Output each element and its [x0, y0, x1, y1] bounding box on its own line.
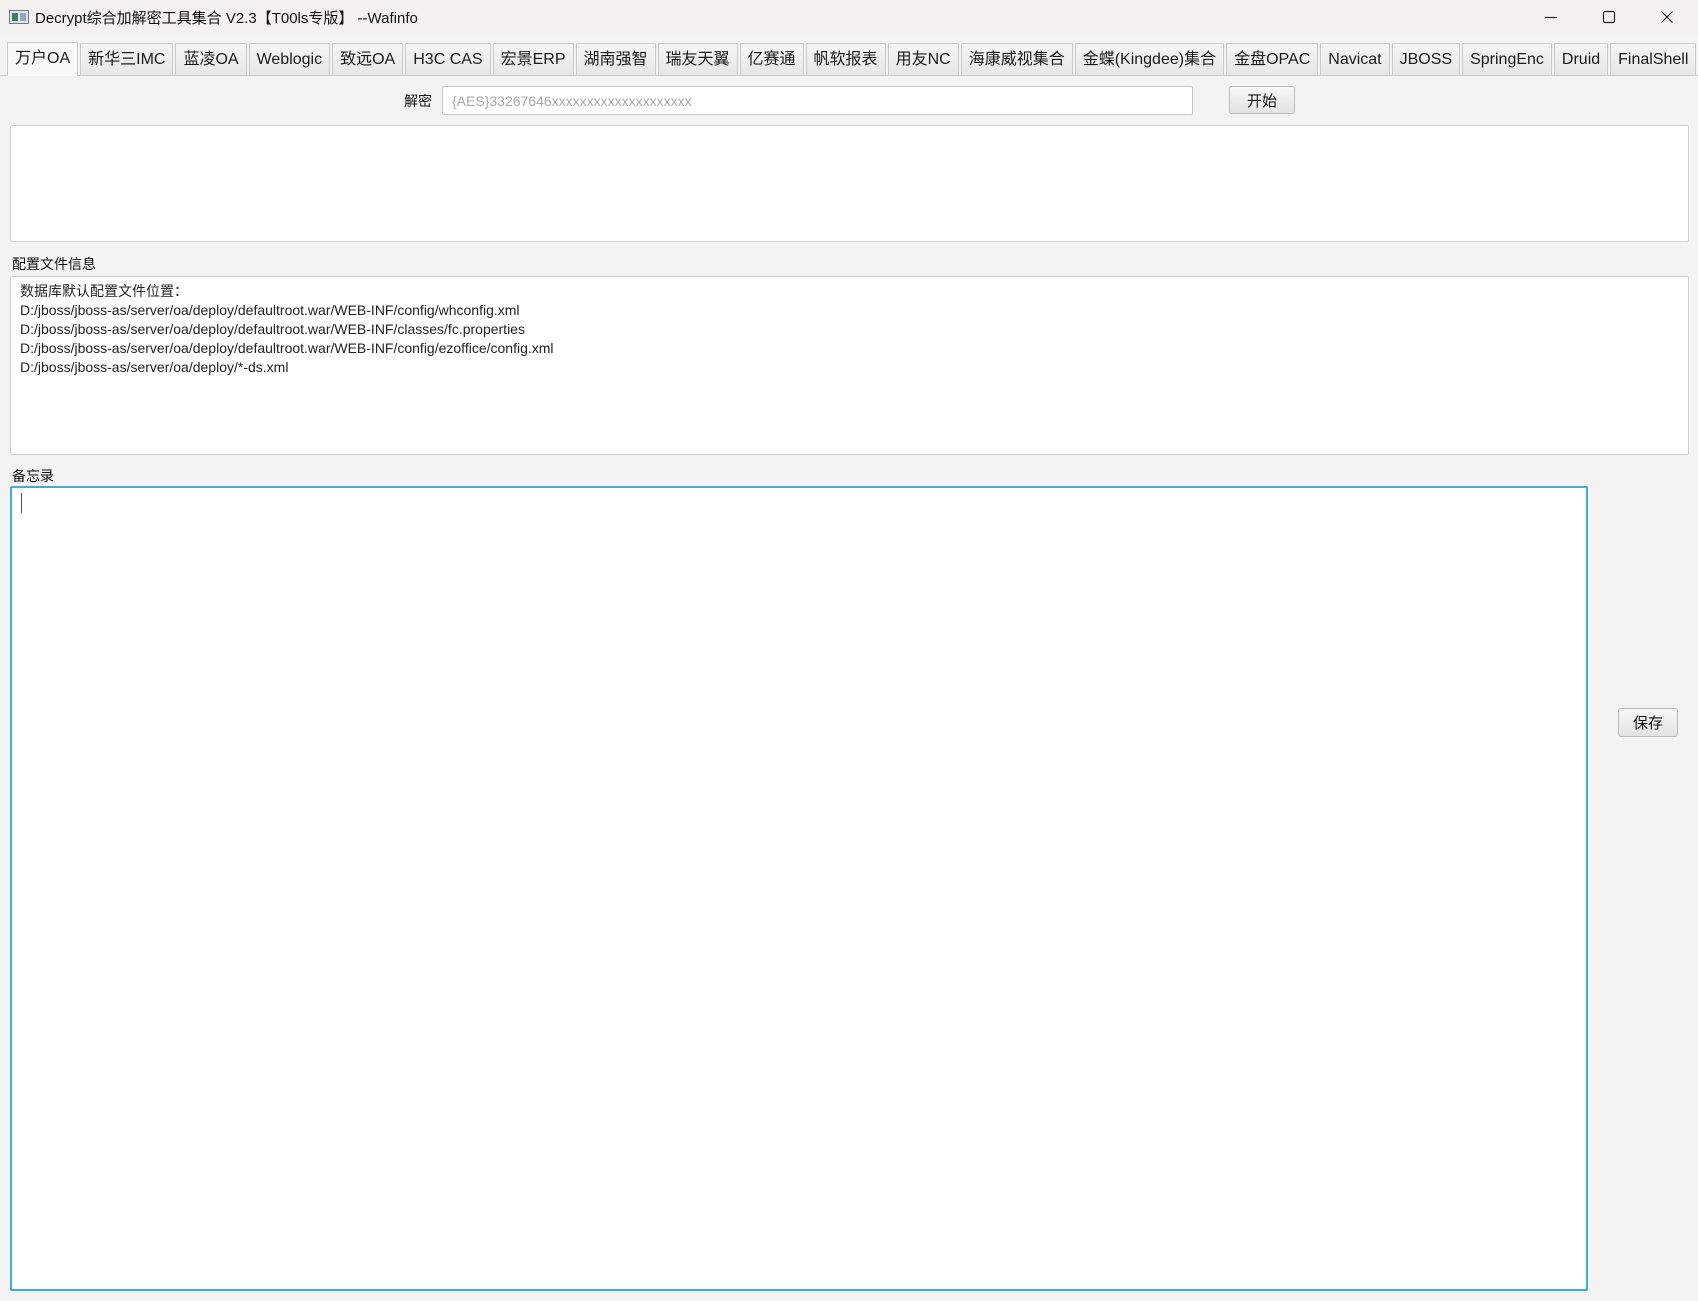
- tab-item[interactable]: 万户OA: [7, 42, 79, 76]
- tab-item[interactable]: 瑞友天翼: [657, 43, 738, 75]
- tab-item[interactable]: FinalShell: [1610, 43, 1697, 75]
- close-icon: [1661, 11, 1673, 23]
- close-button[interactable]: [1638, 0, 1696, 34]
- tab-item[interactable]: 宏景ERP: [492, 43, 574, 75]
- tab-item[interactable]: 新华三IMC: [80, 43, 174, 75]
- text-caret: [21, 493, 22, 513]
- minimize-icon: [1545, 16, 1557, 19]
- tab-item[interactable]: 用友NC: [887, 43, 959, 75]
- tab-item[interactable]: Weblogic: [248, 43, 331, 75]
- tab-item[interactable]: SpringEnc: [1462, 43, 1552, 75]
- config-line: D:/jboss/jboss-as/server/oa/deploy/defau…: [20, 321, 525, 337]
- tab-item[interactable]: 蓝凌OA: [175, 43, 247, 75]
- tab-item[interactable]: JBOSS: [1391, 43, 1461, 75]
- tab-item[interactable]: 海康威视集合: [960, 43, 1073, 75]
- tab-item[interactable]: Druid: [1553, 43, 1609, 75]
- memo-textarea[interactable]: [10, 486, 1588, 1291]
- save-button[interactable]: 保存: [1618, 708, 1678, 737]
- minimize-button[interactable]: [1522, 0, 1580, 34]
- config-line: D:/jboss/jboss-as/server/oa/deploy/defau…: [20, 302, 520, 318]
- maximize-icon: [1602, 10, 1616, 24]
- config-line: D:/jboss/jboss-as/server/oa/deploy/*-ds.…: [20, 359, 289, 375]
- tab-item[interactable]: H3C CAS: [405, 43, 491, 75]
- decrypt-label: 解密: [404, 93, 432, 109]
- title-bar: Decrypt综合加解密工具集合 V2.3【T00ls专版】 --Wafinfo: [0, 0, 1698, 34]
- window-title: Decrypt综合加解密工具集合 V2.3【T00ls专版】 --Wafinfo: [35, 10, 418, 27]
- memo-section-label: 备忘录: [12, 468, 54, 484]
- app-window-icon: [9, 10, 29, 24]
- tab-item[interactable]: 帆软报表: [805, 43, 886, 75]
- config-textarea[interactable]: 数据库默认配置文件位置： D:/jboss/jboss-as/server/oa…: [10, 276, 1689, 455]
- config-line: 数据库默认配置文件位置：: [20, 283, 188, 299]
- start-button[interactable]: 开始: [1229, 86, 1295, 114]
- tab-item[interactable]: 金蝶(Kingdee)集合: [1074, 43, 1225, 75]
- decrypt-input[interactable]: [442, 86, 1193, 115]
- config-line: D:/jboss/jboss-as/server/oa/deploy/defau…: [20, 340, 554, 356]
- tab-item[interactable]: 湖南强智: [575, 43, 656, 75]
- output-textarea[interactable]: [10, 125, 1689, 242]
- maximize-button[interactable]: [1580, 0, 1638, 34]
- config-section-label: 配置文件信息: [12, 256, 96, 272]
- tab-item[interactable]: 亿赛通: [739, 43, 804, 75]
- tab-item[interactable]: 金盘OPAC: [1226, 43, 1319, 75]
- tab-item[interactable]: 致远OA: [332, 43, 404, 75]
- tab-bar: 万户OA 新华三IMC 蓝凌OA Weblogic 致远OA H3C CAS 宏景ERP 湖南…: [0, 40, 1698, 76]
- tab-item[interactable]: Navicat: [1320, 43, 1390, 75]
- tab-list: 万户OA 新华三IMC 蓝凌OA Weblogic 致远OA H3C CAS 宏景ERP 湖南…: [7, 42, 1698, 76]
